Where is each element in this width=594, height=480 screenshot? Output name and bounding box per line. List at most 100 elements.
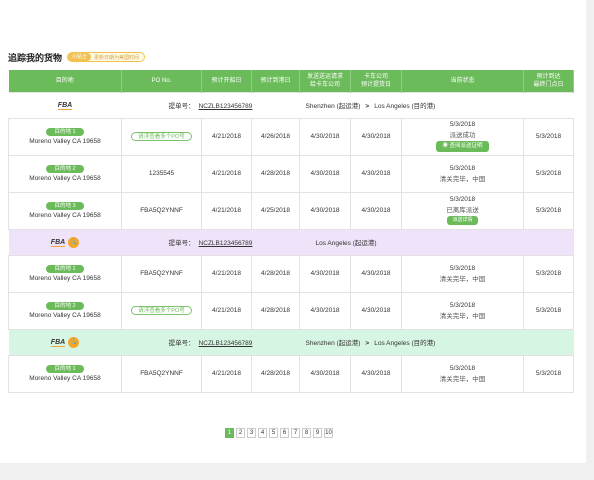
destination-address: Moreno Valley CA 19658	[29, 138, 101, 145]
delivery-details-button[interactable]: 派送详情	[447, 216, 478, 225]
status-text: 已离库派送	[446, 207, 479, 214]
req-date: 4/30/2018	[299, 191, 351, 230]
destination-address: Moreno Valley CA 19658	[29, 212, 101, 219]
col-truck-pickup: 卡车公司 预计提货日	[350, 70, 402, 92]
shipment-row: FBA ⚓ 提单号： NCZLB123456789 Los Angeles (起运港)	[8, 228, 574, 256]
req-date: 4/30/2018	[299, 154, 351, 193]
route-destination: Los Angeles (目的港)	[374, 103, 436, 110]
status-text: 清关完毕，中国	[439, 312, 486, 320]
status-cell: 5/3/2018 清关完毕，中国	[401, 254, 524, 293]
route-origin: Shenzhen (起运港)	[305, 103, 361, 110]
eta-date: 4/28/2018	[251, 354, 300, 393]
route-cell: Shenzhen (起运港) > Los Angeles (目的港)	[299, 91, 574, 119]
po-cell: FBA5Q2YNNF	[121, 191, 202, 230]
tracking-number-link[interactable]: NCZLB123456789	[199, 103, 253, 110]
fba-logo-text: FBA	[50, 238, 66, 247]
page-button-5[interactable]: 5	[269, 428, 278, 438]
view-multiple-po-button[interactable]: 请浮查看多个PO号	[131, 132, 192, 141]
fba-logo-text: FBA	[50, 338, 66, 347]
col-final-eta: 预计到达 最终门点日	[523, 70, 574, 92]
req-date: 4/30/2018	[299, 254, 351, 293]
ship-icon: ⚓	[68, 236, 80, 248]
po-cell: FBA5Q2YNNF	[121, 354, 202, 393]
final-eta-date: 5/3/2018	[523, 191, 574, 230]
destination-cell: 目的地 2 Moreno Valley CA 19658	[8, 291, 122, 330]
page-button-1[interactable]: 1	[225, 428, 234, 438]
eta-date: 4/28/2018	[251, 154, 300, 193]
destination-cell: 目的地 3 Moreno Valley CA 19658	[8, 191, 122, 230]
etd-date: 4/21/2018	[201, 154, 252, 193]
route-arrow: >	[365, 340, 370, 347]
req-date: 4/30/2018	[299, 354, 351, 393]
tracking-table: 目的地 PO No. 预计开船日 预计到港日 发送送运请求 给卡车公司 卡车公司…	[8, 70, 574, 393]
page-button-10[interactable]: 10	[324, 428, 333, 438]
destination-badge: 目的地 2	[46, 302, 84, 310]
etd-date: 4/21/2018	[201, 291, 252, 330]
req-date: 4/30/2018	[299, 291, 351, 330]
page-button-7[interactable]: 7	[291, 428, 300, 438]
tip-pill: 小贴士	[68, 53, 92, 61]
view-multiple-po-button[interactable]: 请浮查看多个PO号	[131, 306, 192, 315]
tip-badge: 小贴士 更新日期为美国时间	[67, 52, 146, 62]
final-eta-date: 5/3/2018	[523, 354, 574, 393]
table-row: 目的地 3 Moreno Valley CA 19658 FBA5Q2YNNF 4/2…	[8, 191, 574, 230]
destination-badge: 目的地 2	[46, 165, 84, 173]
page-button-8[interactable]: 8	[302, 428, 311, 438]
shipment-row: FBA ⚓ 提单号： NCZLB123456789 Shenzhen (起运港) > Los…	[8, 328, 574, 356]
eta-date: 4/28/2018	[251, 254, 300, 293]
fba-logo: FBA ⚓	[50, 336, 80, 348]
tracking-label: 提单号：	[168, 240, 195, 247]
po-cell: 请浮查看多个PO号	[121, 117, 202, 156]
page-button-2[interactable]: 2	[236, 428, 245, 438]
page-button-9[interactable]: 9	[313, 428, 322, 438]
status-cell: 5/3/2018 已离库派送派送详情	[401, 191, 524, 230]
shipment-logo-cell: FBA	[8, 91, 122, 119]
etd-date: 4/21/2018	[201, 354, 252, 393]
po-number: FBA5Q2YNNF	[140, 370, 183, 377]
pickup-date: 4/30/2018	[350, 354, 402, 393]
col-eta: 预计到港日	[251, 70, 300, 92]
table-row: 目的地 1 Moreno Valley CA 19658 FBA5Q2YNNF 4/2…	[8, 254, 574, 293]
route-origin: Shenzhen (起运港)	[305, 340, 361, 347]
page-button-4[interactable]: 4	[258, 428, 267, 438]
pagination: 1 2 3 4 5 6 7 8 9 10	[225, 428, 333, 438]
final-eta-date: 5/3/2018	[523, 117, 574, 156]
page-button-6[interactable]: 6	[280, 428, 289, 438]
col-request-sent: 发送送运请求 给卡车公司	[299, 70, 351, 92]
pickup-date: 4/30/2018	[350, 291, 402, 330]
tracking-number-link[interactable]: NCZLB123456789	[199, 240, 253, 247]
destination-cell: 目的地 1 Moreno Valley CA 19658	[8, 354, 122, 393]
tracking-cell: 提单号： NCZLB123456789	[121, 91, 300, 119]
table-row: 目的地 2 Moreno Valley CA 19658 请浮查看多个PO号 4/21…	[8, 291, 574, 330]
ship-icon: ⚓	[68, 336, 80, 348]
status-date: 5/3/2018	[449, 196, 476, 203]
destination-address: Moreno Valley CA 19658	[29, 375, 101, 382]
tracking-cell: 提单号： NCZLB123456789	[121, 328, 300, 356]
final-eta-date: 5/3/2018	[523, 154, 574, 193]
table-header-row: 目的地 PO No. 预计开船日 预计到港日 发送送运请求 给卡车公司 卡车公司…	[8, 70, 574, 92]
col-destination: 目的地	[8, 70, 122, 92]
shipment-row: FBA 提单号： NCZLB123456789 Shenzhen (起运港) > Los …	[8, 91, 574, 119]
etd-date: 4/21/2018	[201, 191, 252, 230]
status-cell: 5/3/2018 清关完毕，中国	[401, 154, 524, 193]
destination-badge: 目的地 3	[46, 202, 84, 210]
route-arrow: >	[365, 103, 370, 110]
table-row: 目的地 1 Moreno Valley CA 19658 FBA5Q2YNNF 4/2…	[8, 354, 574, 393]
status-date: 5/3/2018	[449, 264, 476, 272]
eta-date: 4/28/2018	[251, 291, 300, 330]
view-delivery-proof-button[interactable]: ◉ 查阅派送证明	[436, 141, 489, 152]
page-button-3[interactable]: 3	[247, 428, 256, 438]
etd-date: 4/21/2018	[201, 117, 252, 156]
pickup-date: 4/30/2018	[350, 191, 402, 230]
status-cell: 5/3/2018 清关完毕，中国	[401, 354, 524, 393]
eta-date: 4/25/2018	[251, 191, 300, 230]
page-title: 追踪我的货物	[8, 52, 63, 63]
po-cell: 1235545	[121, 154, 202, 193]
po-number: FBA5Q2YNNF	[140, 207, 183, 214]
tracking-number-link[interactable]: NCZLB123456789	[199, 340, 253, 347]
tracking-label: 提单号：	[168, 103, 195, 110]
status-date: 5/3/2018	[449, 164, 476, 172]
pickup-date: 4/30/2018	[350, 254, 402, 293]
pickup-date: 4/30/2018	[350, 154, 402, 193]
status-date: 5/3/2018	[449, 364, 476, 372]
